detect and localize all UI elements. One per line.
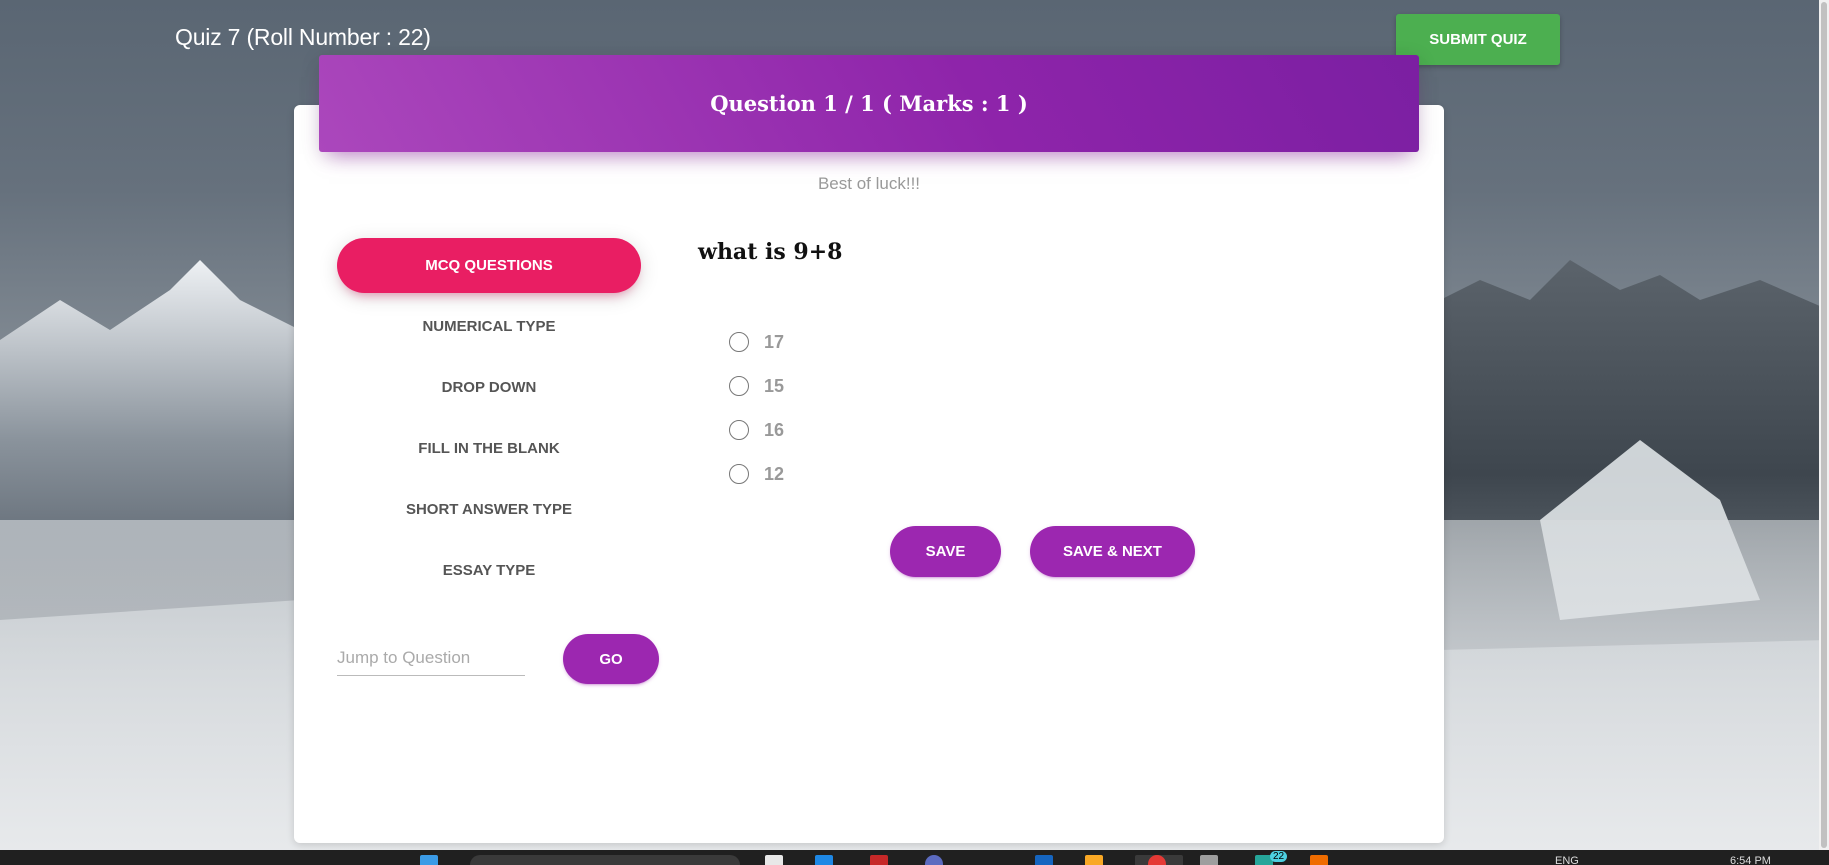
file-explorer-icon[interactable] (765, 855, 783, 865)
quiz-title: Quiz 7 (Roll Number : 22) (175, 24, 431, 50)
radio-button[interactable] (729, 332, 749, 352)
tab-short-answer-type[interactable]: SHORT ANSWER TYPE (337, 483, 641, 536)
radio-button[interactable] (729, 464, 749, 484)
scrollbar-thumb[interactable] (1821, 2, 1827, 848)
start-icon[interactable] (420, 855, 438, 865)
question-text: what is 9+8 (698, 239, 843, 265)
question-header: Question 1 / 1 ( Marks : 1 ) (319, 55, 1419, 152)
folder-icon[interactable] (1085, 855, 1103, 865)
jump-to-question-input[interactable] (337, 640, 525, 676)
edge-icon[interactable] (815, 855, 833, 865)
os-taskbar: 22 ENG 6:54 PM (0, 850, 1829, 865)
page-scrollbar[interactable] (1819, 0, 1829, 850)
answer-options: 17 15 16 12 (729, 320, 784, 496)
option-label: 15 (764, 375, 785, 396)
discord-icon[interactable] (925, 855, 943, 865)
tab-numerical-type[interactable]: NUMERICAL TYPE (337, 300, 641, 353)
notification-badge: 22 (1270, 851, 1288, 862)
language-indicator[interactable]: ENG (1555, 855, 1579, 865)
go-button[interactable]: GO (563, 634, 659, 684)
card-subtitle: Best of luck!!! (817, 174, 921, 193)
save-and-next-button[interactable]: SAVE & NEXT (1030, 526, 1195, 577)
option-label: 12 (764, 463, 785, 484)
tab-essay-type[interactable]: ESSAY TYPE (337, 544, 641, 597)
taskbar-search-box[interactable] (470, 855, 740, 865)
app-icon[interactable] (870, 855, 888, 865)
clock[interactable]: 6:54 PM (1730, 855, 1771, 865)
answer-option[interactable]: 16 (729, 408, 784, 452)
question-heading: Question 1 / 1 ( Marks : 1 ) (710, 91, 1028, 116)
option-label: 16 (764, 419, 785, 440)
save-button[interactable]: SAVE (890, 526, 1001, 577)
answer-option[interactable]: 15 (729, 364, 784, 408)
word-icon[interactable] (1035, 855, 1053, 865)
answer-option[interactable]: 17 (729, 320, 784, 364)
radio-button[interactable] (729, 420, 749, 440)
answer-option[interactable]: 12 (729, 452, 784, 496)
tab-mcq-questions[interactable]: MCQ QUESTIONS (337, 238, 641, 293)
option-label: 17 (764, 331, 785, 352)
tab-drop-down[interactable]: DROP DOWN (337, 361, 641, 414)
app-icon[interactable] (1310, 855, 1328, 865)
question-type-nav: MCQ QUESTIONS NUMERICAL TYPE DROP DOWN F… (337, 238, 641, 605)
tab-fill-in-the-blank[interactable]: FILL IN THE BLANK (337, 422, 641, 475)
submit-quiz-button[interactable]: SUBMIT QUIZ (1396, 14, 1560, 65)
settings-icon[interactable] (1200, 855, 1218, 865)
radio-button[interactable] (729, 376, 749, 396)
